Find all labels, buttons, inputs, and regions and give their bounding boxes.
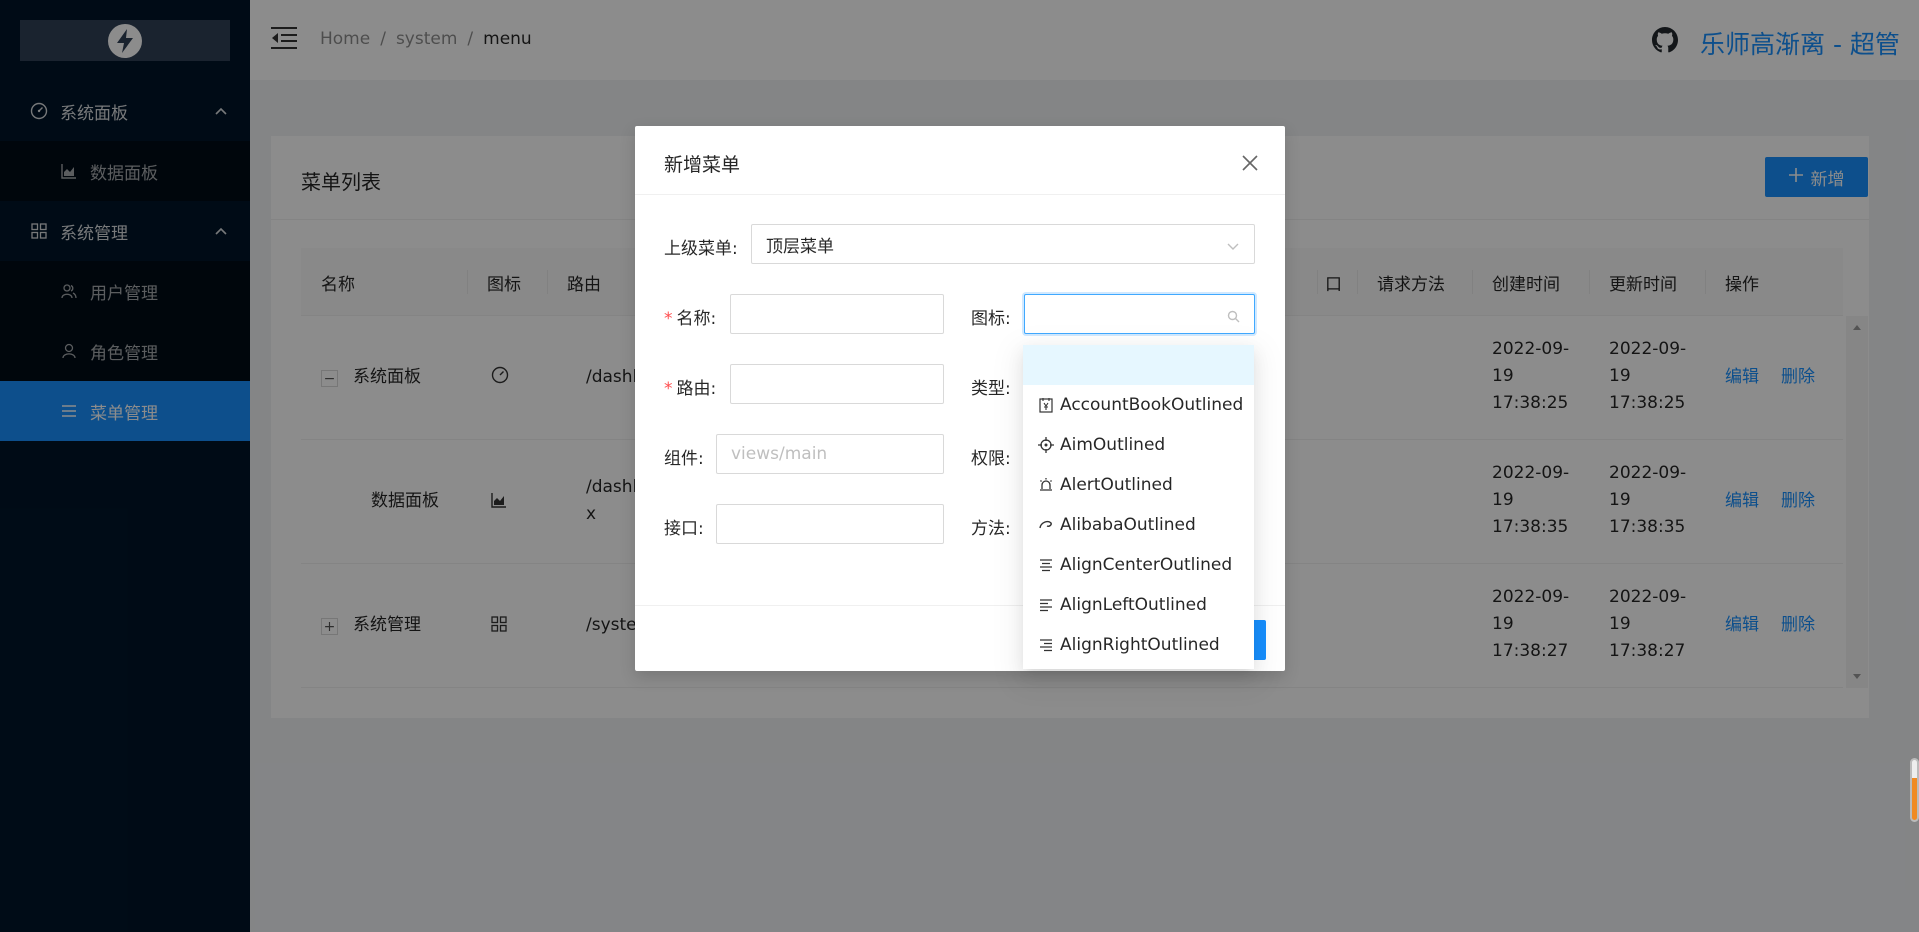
method-label: 方法:	[971, 519, 1011, 539]
component-input[interactable]: views/main	[716, 434, 944, 474]
icon-option-label: AlignCenterOutlined	[1060, 555, 1233, 575]
route-input[interactable]	[730, 364, 944, 404]
required-mark: *	[664, 379, 673, 399]
icon-option[interactable]: AlertOutlined	[1023, 465, 1254, 505]
icon-option-label: AlibabaOutlined	[1060, 515, 1196, 535]
alibaba-icon	[1038, 517, 1054, 533]
icon-option[interactable]: AccountBookOutlined	[1023, 385, 1254, 425]
route-label-text: 路由:	[676, 379, 717, 399]
icon-option-empty[interactable]	[1023, 345, 1254, 385]
align-right-icon	[1038, 637, 1054, 653]
parent-menu-value: 顶层菜单	[766, 236, 834, 257]
close-icon[interactable]	[1239, 152, 1261, 174]
icon-dropdown: AccountBookOutlined AimOutlined AlertOut…	[1023, 345, 1254, 669]
type-label: 类型:	[971, 379, 1011, 399]
icon-label: 图标:	[971, 309, 1011, 329]
name-input[interactable]	[730, 294, 944, 334]
align-center-icon	[1038, 557, 1054, 573]
icon-option[interactable]: AlignLeftOutlined	[1023, 585, 1254, 625]
modal-header-divider	[635, 194, 1285, 195]
route-label: * 路由:	[664, 374, 716, 399]
api-label: 接口:	[664, 519, 704, 539]
icon-option-label: AimOutlined	[1060, 435, 1166, 455]
name-label: * 名称:	[664, 304, 716, 329]
component-label: 组件:	[664, 449, 704, 469]
icon-option-label: AccountBookOutlined	[1060, 395, 1244, 415]
chevron-down-icon	[1226, 238, 1240, 252]
icon-option-label: AlignRightOutlined	[1060, 635, 1220, 655]
page-scrollbar[interactable]	[1910, 758, 1919, 822]
api-input[interactable]	[716, 504, 944, 544]
account-book-icon	[1038, 397, 1054, 413]
name-label-text: 名称:	[676, 309, 717, 329]
parent-menu-label: 上级菜单:	[664, 239, 738, 259]
search-icon	[1227, 308, 1240, 323]
icon-option[interactable]: AlignCenterOutlined	[1023, 545, 1254, 585]
aim-icon	[1038, 437, 1054, 453]
parent-menu-select[interactable]: 顶层菜单	[751, 224, 1255, 264]
icon-option[interactable]: AlignRightOutlined	[1023, 625, 1254, 665]
icon-option-label: AlignLeftOutlined	[1060, 595, 1207, 615]
icon-select-input[interactable]	[1024, 294, 1255, 334]
modal-title: 新增菜单	[664, 154, 741, 176]
icon-option-label: AlertOutlined	[1060, 475, 1173, 495]
alert-icon	[1038, 477, 1054, 493]
ok-button[interactable]	[1254, 620, 1266, 660]
icon-option[interactable]: AlibabaOutlined	[1023, 505, 1254, 545]
required-mark: *	[664, 309, 673, 329]
icon-option[interactable]: AimOutlined	[1023, 425, 1254, 465]
align-left-icon	[1038, 597, 1054, 613]
permission-label: 权限:	[971, 449, 1011, 469]
